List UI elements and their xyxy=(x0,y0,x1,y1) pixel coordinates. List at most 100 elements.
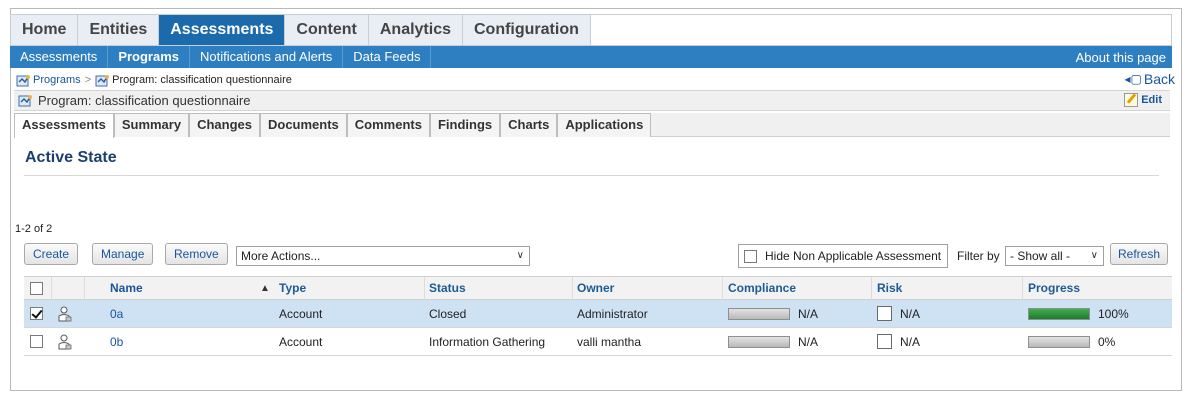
tab-applications[interactable]: Applications xyxy=(557,113,652,137)
sort-ascending-icon[interactable]: ▲ xyxy=(260,283,270,294)
progress-value: 100% xyxy=(1098,306,1129,321)
col-header-type[interactable]: Type xyxy=(279,277,306,299)
more-actions-select[interactable]: More Actions... ∨ xyxy=(236,246,530,266)
detail-tabs: Assessments Summary Changes Documents Co… xyxy=(14,113,1170,138)
col-header-risk[interactable]: Risk xyxy=(877,277,902,299)
select-all-checkbox[interactable] xyxy=(30,281,43,295)
breadcrumb-programs-link[interactable]: Programs xyxy=(33,74,81,86)
program-icon xyxy=(16,74,31,87)
compliance-value: N/A xyxy=(798,334,819,349)
record-count: 1-2 of 2 xyxy=(15,223,53,235)
nav-tab-analytics[interactable]: Analytics xyxy=(369,15,463,45)
nav-tab-assessments[interactable]: Assessments xyxy=(159,15,286,45)
back-icon: ◂▢ xyxy=(1124,72,1142,86)
subnav-programs[interactable]: Programs xyxy=(108,46,191,68)
row-checkbox[interactable] xyxy=(30,307,43,320)
assessment-owner: Administrator xyxy=(577,306,648,321)
assessment-status: Information Gathering xyxy=(429,334,546,349)
refresh-button[interactable]: Refresh xyxy=(1110,243,1169,265)
main-nav: Home Entities Assessments Content Analyt… xyxy=(10,14,1172,46)
table-header: Name ▲ Type Status Owner Compliance Risk… xyxy=(24,276,1172,301)
program-icon xyxy=(18,94,33,107)
chevron-down-icon: ∨ xyxy=(1090,250,1098,261)
row-checkbox[interactable] xyxy=(30,335,43,348)
edit-icon xyxy=(1124,93,1139,107)
progress-bar xyxy=(1028,307,1090,320)
row-select-cell xyxy=(30,328,43,355)
program-icon xyxy=(95,74,110,87)
col-header-status[interactable]: Status xyxy=(429,277,466,299)
tab-findings[interactable]: Findings xyxy=(429,113,501,137)
progress-cell: 100% xyxy=(1028,300,1129,327)
subnav-assessments[interactable]: Assessments xyxy=(10,46,109,68)
user-icon xyxy=(57,300,72,327)
filter-value: - Show all - xyxy=(1010,249,1071,263)
table-row[interactable]: 0b Account Information Gathering valli m… xyxy=(24,328,1172,356)
compliance-cell: N/A xyxy=(728,328,818,355)
subnav-notifications[interactable]: Notifications and Alerts xyxy=(190,46,344,68)
progress-fill xyxy=(1029,308,1089,319)
tab-changes[interactable]: Changes xyxy=(189,113,260,137)
col-header-owner[interactable]: Owner xyxy=(577,277,614,299)
filter-label: Filter by xyxy=(957,249,1000,263)
compliance-bar xyxy=(728,335,790,348)
create-button[interactable]: Create xyxy=(24,243,79,265)
nav-tab-home[interactable]: Home xyxy=(11,15,79,45)
chevron-down-icon: ∨ xyxy=(516,250,524,261)
manage-button[interactable]: Manage xyxy=(92,243,154,265)
progress-bar xyxy=(1028,335,1090,348)
about-page-link[interactable]: About this page xyxy=(1070,50,1172,65)
assessment-status: Closed xyxy=(429,306,467,321)
tab-documents[interactable]: Documents xyxy=(259,113,347,137)
edit-button[interactable]: Edit xyxy=(1124,93,1162,107)
breadcrumb-separator: > xyxy=(84,74,92,86)
risk-indicator xyxy=(877,306,892,321)
edit-label: Edit xyxy=(1141,94,1162,106)
col-header-name[interactable]: Name xyxy=(110,277,143,299)
hide-non-applicable-checkbox[interactable] xyxy=(744,249,757,263)
nav-tab-content[interactable]: Content xyxy=(285,15,369,45)
assessment-name-link[interactable]: 0a xyxy=(110,300,123,327)
back-button[interactable]: ◂▢ Back xyxy=(1125,71,1176,87)
user-icon xyxy=(57,328,72,355)
risk-cell: N/A xyxy=(877,300,920,327)
risk-cell: N/A xyxy=(877,328,920,355)
back-label: Back xyxy=(1143,71,1175,87)
sub-nav: Assessments Programs Notifications and A… xyxy=(10,46,1172,68)
nav-filler xyxy=(590,15,1171,45)
compliance-bar xyxy=(728,307,790,320)
assessment-name-link[interactable]: 0b xyxy=(110,328,123,355)
risk-value: N/A xyxy=(900,334,921,349)
compliance-value: N/A xyxy=(798,306,819,321)
hide-non-applicable-label: Hide Non Applicable Assessment xyxy=(765,249,942,263)
assessment-owner: valli mantha xyxy=(577,334,642,349)
page-title: Program: classification questionnaire xyxy=(38,93,251,108)
assessment-type: Account xyxy=(279,306,323,321)
remove-button[interactable]: Remove xyxy=(165,243,228,265)
col-header-compliance[interactable]: Compliance xyxy=(728,277,796,299)
table-row[interactable]: 0a Account Closed Administrator N/A N/A … xyxy=(24,300,1172,328)
progress-value: 0% xyxy=(1098,334,1116,349)
compliance-cell: N/A xyxy=(728,300,818,327)
breadcrumb-current: Program: classification questionnaire xyxy=(112,74,292,86)
select-all-cell xyxy=(30,277,43,299)
section-title: Active State xyxy=(25,149,117,166)
tab-assessments[interactable]: Assessments xyxy=(14,113,114,138)
hide-non-applicable-toggle[interactable]: Hide Non Applicable Assessment xyxy=(738,244,948,268)
row-select-cell xyxy=(30,300,43,327)
tab-summary[interactable]: Summary xyxy=(113,113,190,137)
subnav-data-feeds[interactable]: Data Feeds xyxy=(343,46,432,68)
section-divider xyxy=(24,175,1159,176)
nav-tab-configuration[interactable]: Configuration xyxy=(463,15,591,45)
tab-charts[interactable]: Charts xyxy=(500,113,558,137)
more-actions-value: More Actions... xyxy=(241,249,321,263)
progress-cell: 0% xyxy=(1028,328,1115,355)
page-title-bar: Program: classification questionnaire Ed… xyxy=(14,90,1170,111)
filter-select[interactable]: - Show all - ∨ xyxy=(1005,246,1104,266)
assessment-type: Account xyxy=(279,334,323,349)
nav-tab-entities[interactable]: Entities xyxy=(78,15,160,45)
tab-comments[interactable]: Comments xyxy=(346,113,430,137)
breadcrumb: Programs > Program: classification quest… xyxy=(16,72,292,88)
risk-indicator xyxy=(877,334,892,349)
col-header-progress[interactable]: Progress xyxy=(1028,277,1080,299)
